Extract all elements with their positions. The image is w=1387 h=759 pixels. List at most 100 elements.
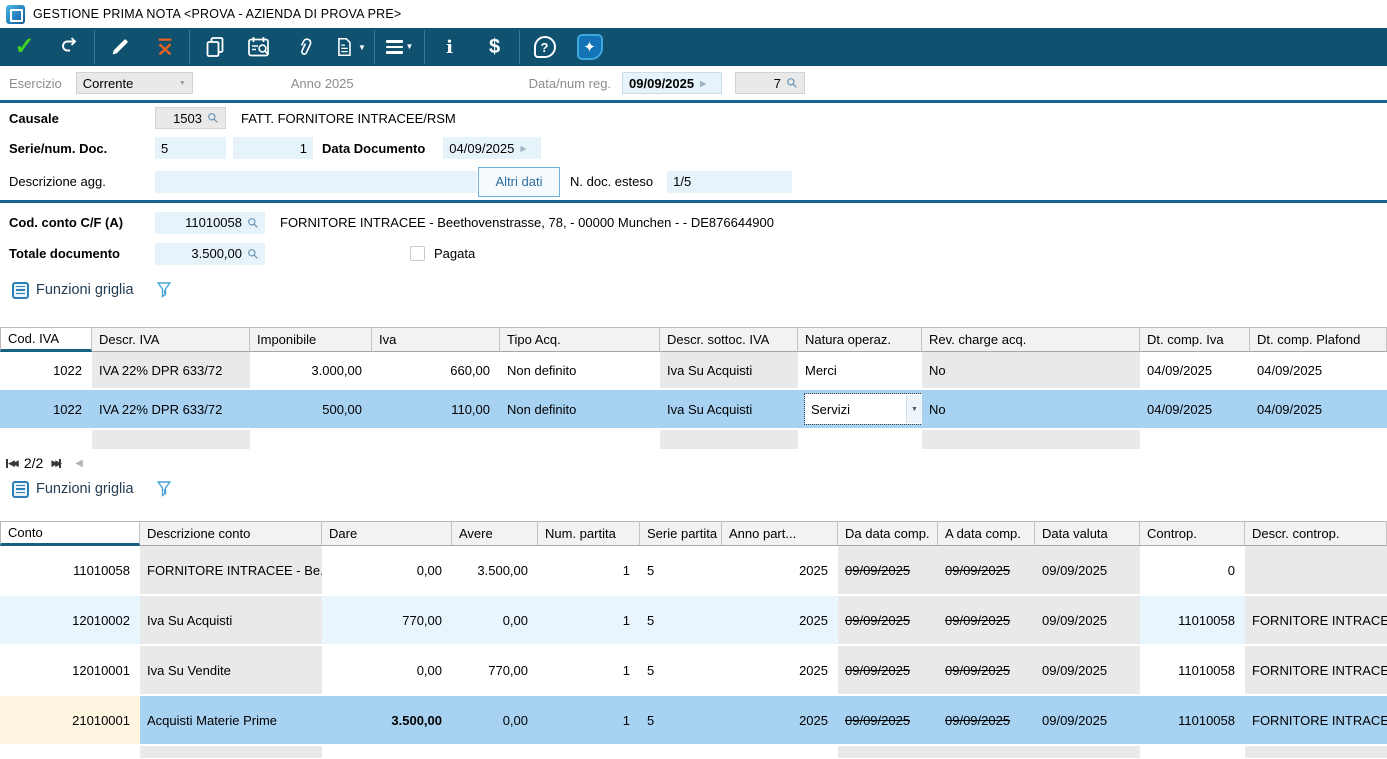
grid-menu-icon[interactable] <box>12 282 29 299</box>
table-cell[interactable] <box>938 746 1035 759</box>
table-cell[interactable]: 0 <box>1140 546 1245 596</box>
search-icon[interactable] <box>247 217 259 229</box>
table-cell[interactable]: 3.000,00 <box>250 352 372 390</box>
num-reg-field[interactable]: 7 <box>735 72 805 94</box>
table-cell[interactable] <box>0 430 92 451</box>
table-cell[interactable]: Iva Su Acquisti <box>140 596 322 646</box>
table-cell[interactable]: 11010058 <box>1140 646 1245 696</box>
table-cell[interactable]: 3.500,00 <box>452 546 538 596</box>
table-cell[interactable]: Iva Su Acquisti <box>660 352 798 390</box>
data-documento-field[interactable]: 04/09/2025 ▶ <box>443 137 541 159</box>
column-header[interactable]: Avere <box>452 521 538 546</box>
first-page-icon[interactable]: ◀◀ <box>6 458 16 469</box>
table-cell[interactable] <box>640 746 722 759</box>
column-header[interactable]: Anno part... <box>722 521 838 546</box>
table-cell[interactable]: 1 <box>538 596 640 646</box>
search-icon[interactable] <box>207 112 219 124</box>
esercizio-dropdown[interactable]: Corrente ▼ <box>76 72 193 94</box>
table-cell[interactable]: 5 <box>640 546 722 596</box>
cod-conto-field[interactable]: 11010058 <box>155 212 265 234</box>
table-cell[interactable]: 1 <box>538 646 640 696</box>
table-cell[interactable]: 09/09/2025 <box>838 546 938 596</box>
table-cell[interactable]: 09/09/2025 <box>938 646 1035 696</box>
table-cell[interactable]: 04/09/2025 <box>1250 390 1387 430</box>
table-cell[interactable]: 2025 <box>722 546 838 596</box>
table-cell[interactable]: 09/09/2025 <box>1035 596 1140 646</box>
table-cell[interactable] <box>322 746 452 759</box>
table-cell[interactable] <box>1035 746 1140 759</box>
column-header[interactable]: Cod. IVA <box>0 327 92 352</box>
table-cell[interactable]: 1022 <box>0 352 92 390</box>
table-cell[interactable] <box>660 430 798 451</box>
filter-funnel-icon[interactable] <box>156 480 173 498</box>
info-button[interactable]: i <box>427 28 472 66</box>
table-cell[interactable]: 5 <box>640 596 722 646</box>
delete-x-button[interactable] <box>142 28 187 66</box>
table-cell[interactable]: 5 <box>640 646 722 696</box>
table-cell[interactable]: 09/09/2025 <box>838 646 938 696</box>
table-cell[interactable]: No <box>922 352 1140 390</box>
table-cell[interactable]: 2025 <box>722 596 838 646</box>
table-cell[interactable]: 09/09/2025 <box>1035 646 1140 696</box>
document-menu-button[interactable]: ▼ <box>327 28 372 66</box>
table-cell[interactable]: 09/09/2025 <box>838 596 938 646</box>
confirm-check-button[interactable]: ✓ <box>2 28 47 66</box>
search-icon[interactable] <box>786 77 798 89</box>
table-cell[interactable]: 110,00 <box>372 390 500 430</box>
pagata-checkbox[interactable] <box>410 246 425 261</box>
table-cell[interactable] <box>922 430 1140 451</box>
attachment-paperclip-button[interactable] <box>282 28 327 66</box>
table-cell[interactable] <box>838 746 938 759</box>
table-cell[interactable]: Iva Su Vendite <box>140 646 322 696</box>
descrizione-agg-field[interactable] <box>155 171 477 193</box>
table-cell[interactable]: IVA 22% DPR 633/72 <box>92 352 250 390</box>
column-header[interactable]: Descr. IVA <box>92 327 250 352</box>
table-cell[interactable]: 09/09/2025 <box>1035 546 1140 596</box>
table-cell[interactable] <box>92 430 250 451</box>
copy-pages-button[interactable] <box>192 28 237 66</box>
column-header[interactable]: Num. partita <box>538 521 640 546</box>
table-cell[interactable]: 770,00 <box>452 646 538 696</box>
ai-sparkle-button[interactable]: ✦ <box>567 28 612 66</box>
calendar-search-button[interactable] <box>237 28 282 66</box>
calendar-open-icon[interactable]: ▶ <box>700 79 706 88</box>
table-cell[interactable]: 660,00 <box>372 352 500 390</box>
table-cell[interactable]: 770,00 <box>322 596 452 646</box>
calendar-open-icon[interactable]: ▶ <box>520 144 526 153</box>
column-header[interactable]: Dt. comp. Plafond <box>1250 327 1387 352</box>
column-header[interactable]: Tipo Acq. <box>500 327 660 352</box>
search-icon[interactable] <box>247 248 259 260</box>
table-cell[interactable] <box>0 746 140 759</box>
table-cell[interactable]: FORNITORE INTRACEE... <box>1245 646 1387 696</box>
table-cell[interactable]: 1022 <box>0 390 92 430</box>
table-cell[interactable]: 12010001 <box>0 646 140 696</box>
column-header[interactable]: Dare <box>322 521 452 546</box>
table-cell[interactable]: 09/09/2025 <box>938 546 1035 596</box>
column-header[interactable]: Serie partita <box>640 521 722 546</box>
table-cell[interactable]: 0,00 <box>322 546 452 596</box>
table-cell[interactable]: 1 <box>538 546 640 596</box>
num-doc-field[interactable]: 1 <box>233 137 313 159</box>
table-cell[interactable]: 04/09/2025 <box>1250 352 1387 390</box>
table-cell[interactable]: 11010058 <box>1140 696 1245 746</box>
column-header[interactable]: Natura operaz. <box>798 327 922 352</box>
table-cell[interactable] <box>500 430 660 451</box>
table-cell[interactable]: 09/09/2025 <box>938 696 1035 746</box>
grid-menu-icon[interactable] <box>12 481 29 498</box>
table-row[interactable]: 21010001Acquisti Materie Prime3.500,000,… <box>0 696 1387 746</box>
table-cell[interactable] <box>1140 430 1250 451</box>
last-page-icon[interactable]: ▶▶ <box>51 458 61 469</box>
column-header[interactable]: Imponibile <box>250 327 372 352</box>
table-cell[interactable]: 5 <box>640 696 722 746</box>
column-header[interactable]: Controp. <box>1140 521 1245 546</box>
table-row[interactable]: 12010002Iva Su Acquisti770,000,001520250… <box>0 596 1387 646</box>
table-cell[interactable] <box>1140 746 1245 759</box>
table-cell[interactable]: Servizi▼ <box>798 390 922 430</box>
column-header[interactable]: Data valuta <box>1035 521 1140 546</box>
serie-field[interactable]: 5 <box>155 137 226 159</box>
table-cell[interactable]: 2025 <box>722 646 838 696</box>
list-menu-button[interactable]: ▼ <box>377 28 422 66</box>
table-cell[interactable]: 12010002 <box>0 596 140 646</box>
table-cell[interactable]: 3.500,00 <box>322 696 452 746</box>
table-cell[interactable]: IVA 22% DPR 633/72 <box>92 390 250 430</box>
